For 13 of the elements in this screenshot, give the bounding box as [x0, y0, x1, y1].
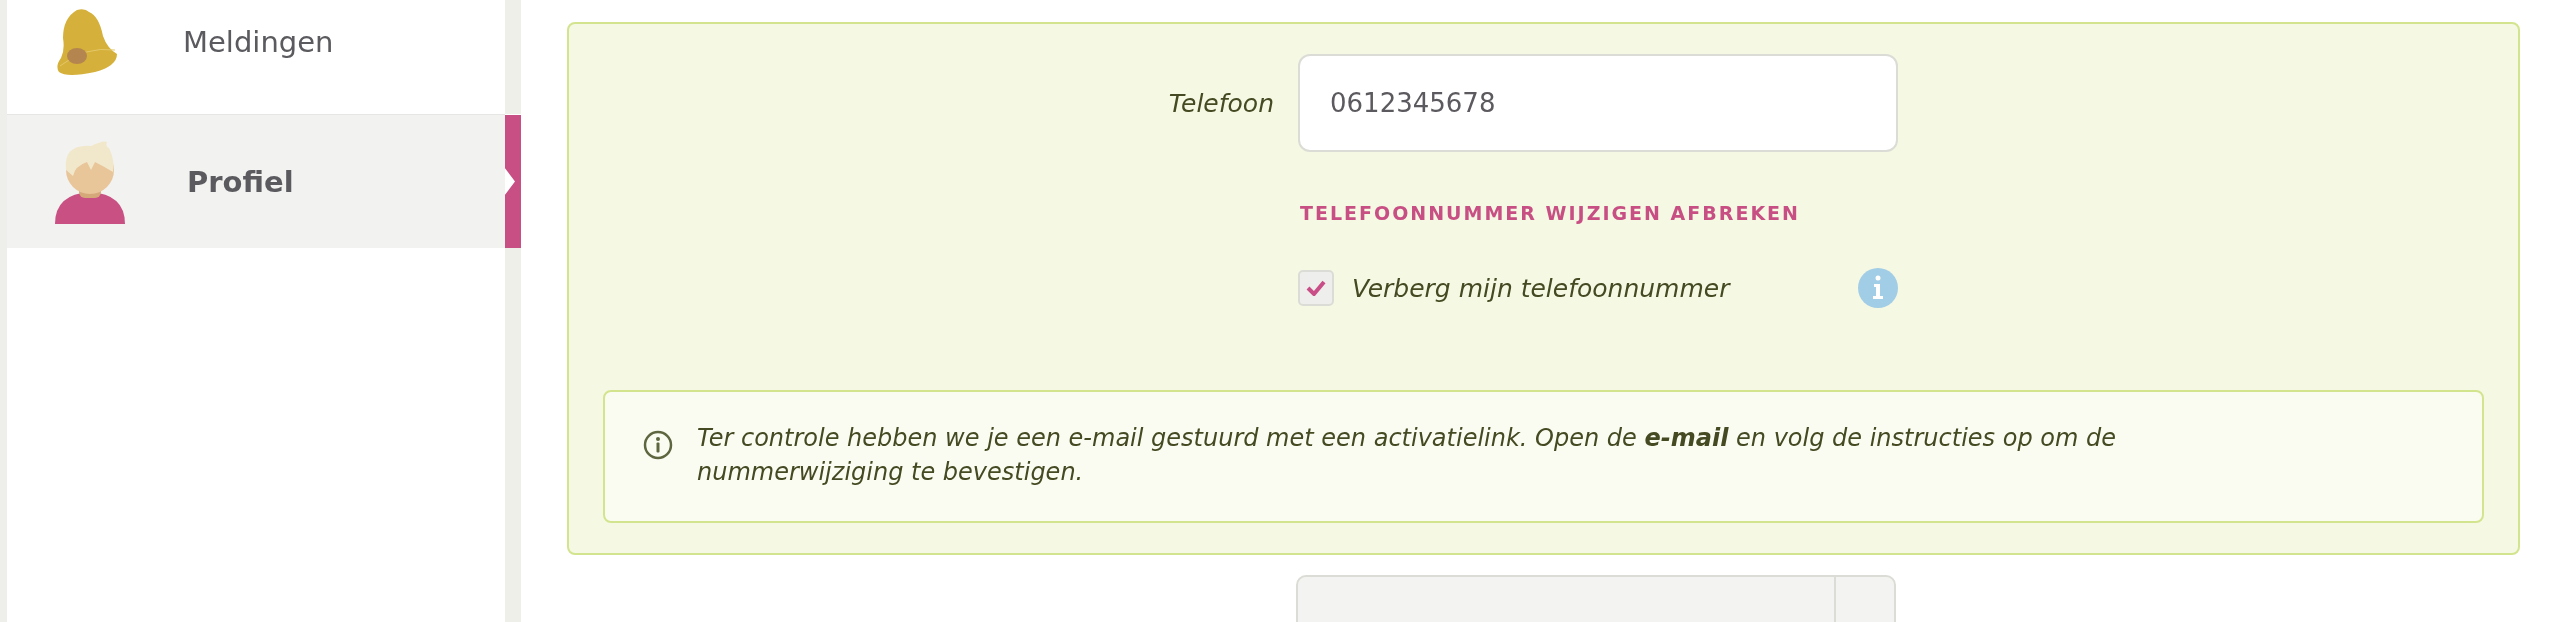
- bell-icon: [55, 8, 117, 76]
- person-avatar-icon: [55, 139, 125, 224]
- checkmark-icon: [1306, 280, 1326, 296]
- sidebar-item[interactable]: Profiel: [7, 115, 505, 248]
- phone-label: Telefoon: [1167, 88, 1274, 118]
- select-field[interactable]: [1296, 575, 1896, 622]
- checkbox-label: Verberg mijn telefoonnummer: [1352, 273, 1730, 303]
- cancel-phone-change-link[interactable]: TELEFOONNUMMER WIJZIGEN AFBREKEN: [1300, 202, 1800, 224]
- info-icon[interactable]: [1858, 268, 1898, 308]
- info-icon: [643, 430, 673, 460]
- notice-text: Ter controle hebben we je een e-mail gestuurd met een activatielink. Open de e-mail en volg de instructies op om de nummerwijziging te bevestigen.: [697, 423, 2117, 488]
- phone-input[interactable]: 0612345678: [1298, 54, 1898, 152]
- checkbox[interactable]: [1298, 270, 1334, 306]
